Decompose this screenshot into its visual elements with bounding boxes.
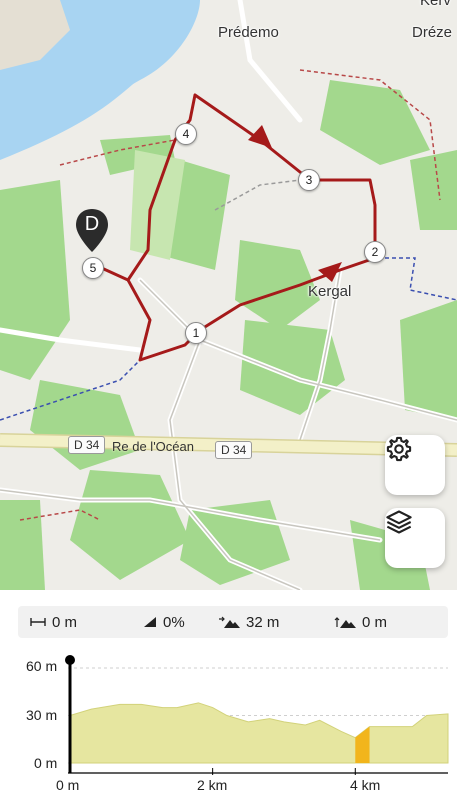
layers-button[interactable] xyxy=(385,508,445,568)
y-tick-label: 0 m xyxy=(34,755,58,771)
stat-descent-value: 0 m xyxy=(362,613,388,631)
stat-descent: 0 m xyxy=(334,614,387,631)
stat-ascent: 32 m xyxy=(218,614,279,631)
map-canvas[interactable] xyxy=(0,0,457,590)
elevation-area xyxy=(69,702,449,764)
ascent-icon xyxy=(219,616,240,628)
stat-distance-value: 0 m xyxy=(52,613,78,631)
stat-ascent-value: 32 m xyxy=(246,613,280,631)
stats-bar: 0 m 0% 32 m 0 m xyxy=(18,606,448,638)
slope-icon xyxy=(144,617,156,627)
road-shield-d34: D 34 xyxy=(68,436,106,454)
place-label-kerv: Kerv xyxy=(420,0,451,9)
waypoint-1[interactable]: 1 xyxy=(185,322,207,344)
start-marker[interactable]: D xyxy=(74,208,110,254)
road-label: Re de l'Océan xyxy=(112,439,194,454)
elevation-profile[interactable]: 60 m 30 m 0 m 0 m 2 km 4 km xyxy=(0,650,457,800)
waypoint-3[interactable]: 3 xyxy=(298,169,320,191)
waypoint-4[interactable]: 4 xyxy=(175,123,197,145)
y-tick-label: 30 m xyxy=(26,707,58,723)
x-tick-label: 0 m xyxy=(56,777,80,793)
x-tick-label: 2 km xyxy=(197,777,228,793)
layers-icon xyxy=(386,510,412,534)
place-label-kergal: Kergal xyxy=(308,283,352,300)
stat-grade-value: 0% xyxy=(163,613,185,631)
map-view[interactable]: Prédemo Dréze Kerv Kergal D 34 Re de l'O… xyxy=(0,0,457,590)
start-marker-letter: D xyxy=(84,213,100,235)
road-shield-d34-2: D 34 xyxy=(215,441,253,459)
place-label-dreze: Dréze xyxy=(412,24,453,41)
descent-icon xyxy=(334,617,356,628)
distance-icon xyxy=(30,618,46,626)
gear-icon xyxy=(386,436,412,462)
x-tick-label: 4 km xyxy=(350,777,381,793)
position-cursor-dot xyxy=(65,655,75,665)
stat-distance: 0 m xyxy=(30,614,77,631)
waypoint-5[interactable]: 5 xyxy=(82,257,104,279)
stat-grade: 0% xyxy=(143,614,185,631)
waypoint-2[interactable]: 2 xyxy=(364,241,386,263)
place-label-predemo: Prédemo xyxy=(218,24,279,41)
settings-button[interactable] xyxy=(385,435,445,495)
y-tick-label: 60 m xyxy=(26,658,58,674)
